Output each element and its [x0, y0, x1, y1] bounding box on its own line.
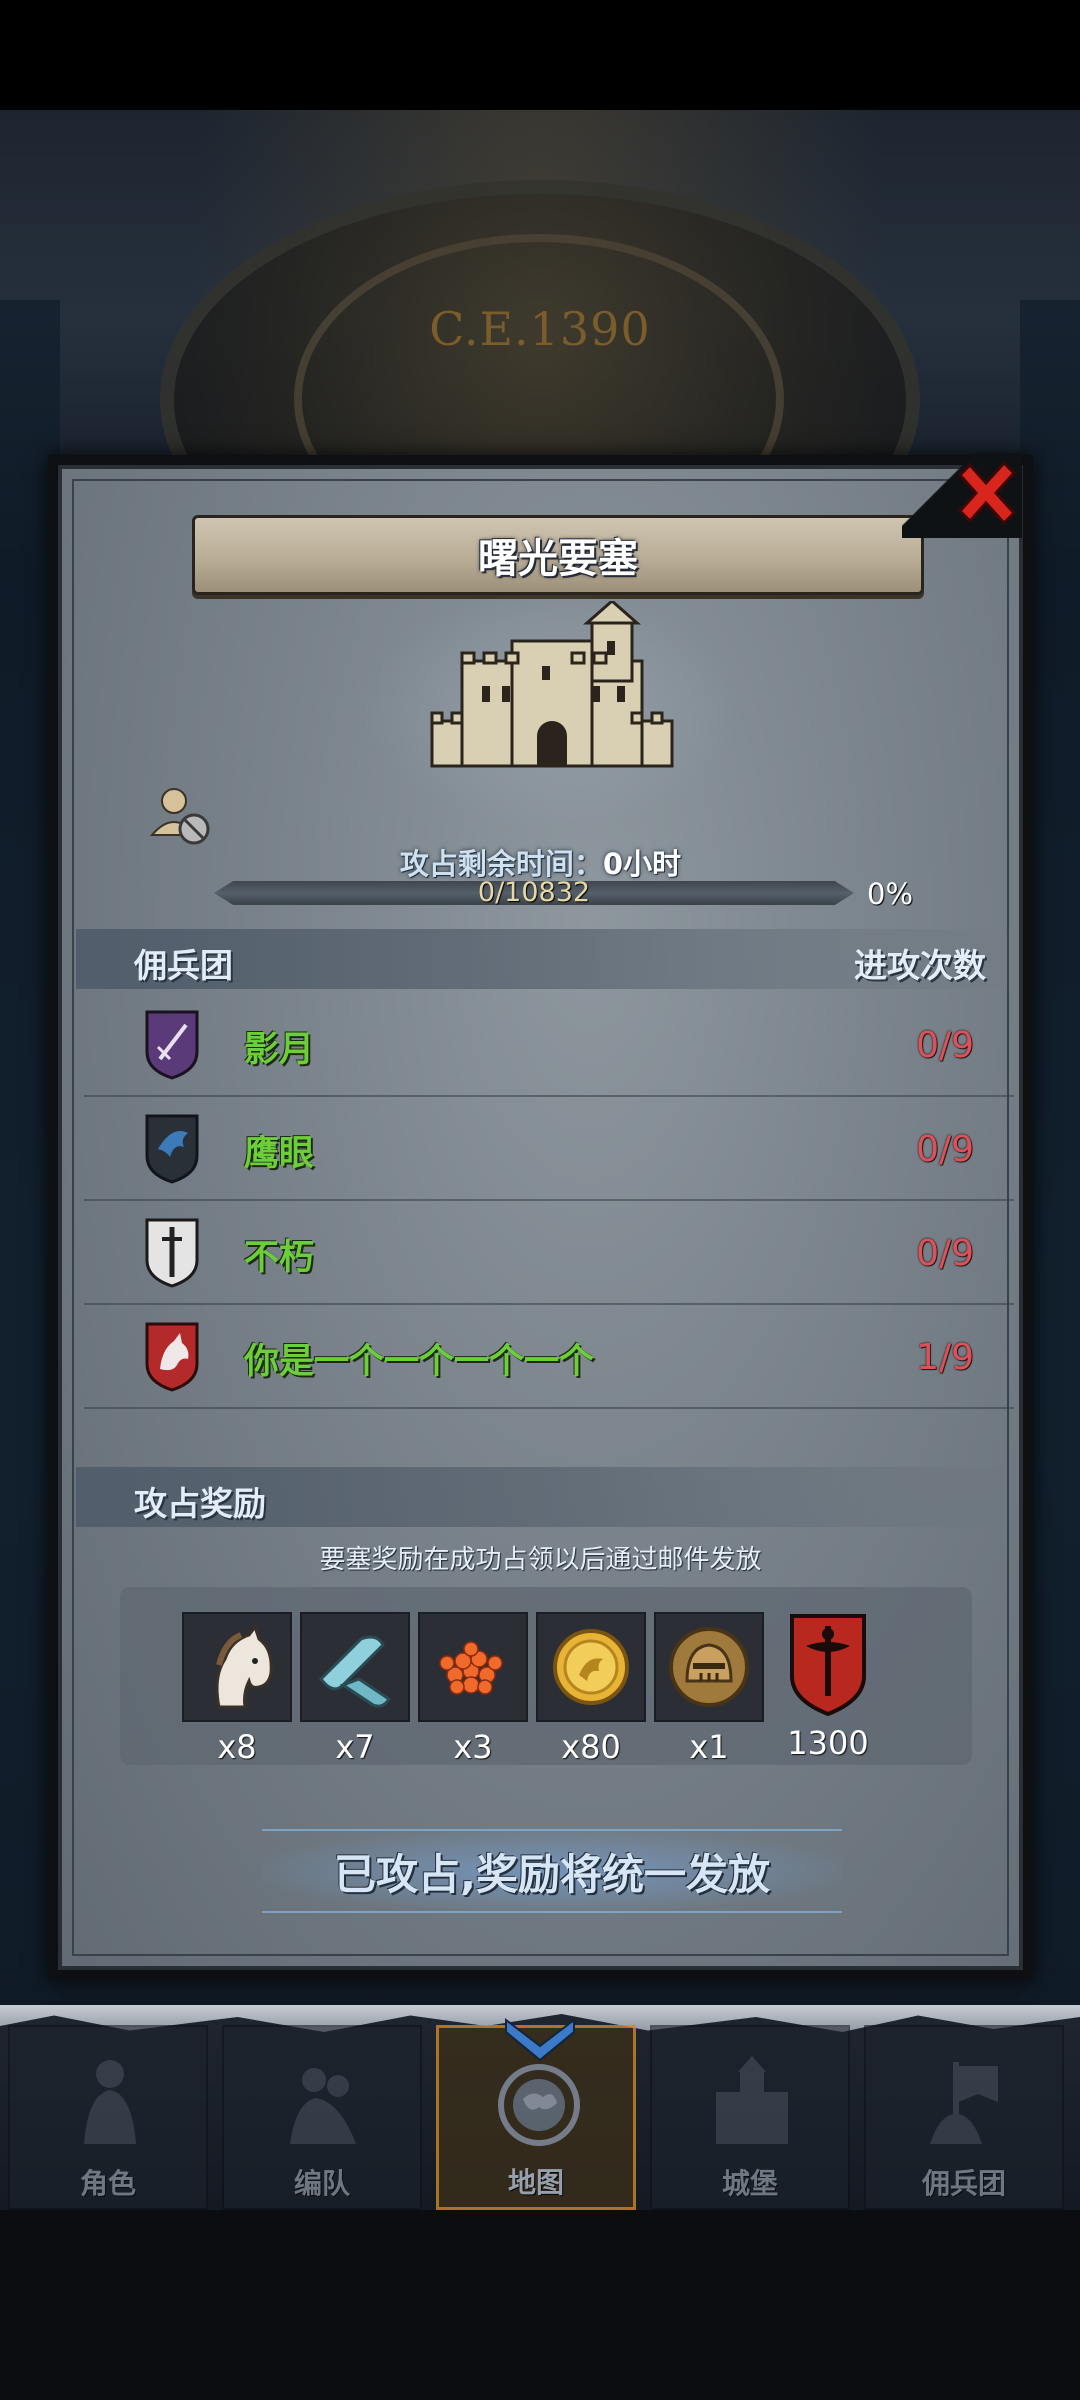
white-sword-shield-icon — [145, 1218, 199, 1288]
reward-section-header: 攻占奖励 — [76, 1467, 1016, 1527]
red-wolf-shield-icon — [145, 1322, 199, 1392]
guild-section-title: 佣兵团 — [134, 946, 233, 985]
cloth-roll-icon — [319, 1635, 392, 1708]
guild-banner-icon — [930, 2062, 998, 2144]
reward-item[interactable]: x80 — [536, 1612, 646, 1766]
reward-item[interactable]: x8 — [182, 1612, 292, 1766]
castle-icon — [716, 2056, 788, 2144]
close-button[interactable] — [948, 455, 1024, 531]
blue-eagle-shield-icon — [145, 1114, 199, 1184]
nav-tab-formation[interactable]: 编队 — [222, 2025, 422, 2210]
reward-quantity: x3 — [453, 1728, 493, 1766]
reward-item[interactable]: x3 — [418, 1612, 528, 1766]
guild-name: 不朽 — [244, 1238, 315, 1278]
guild-row[interactable]: 影月 0/9 — [84, 991, 1014, 1097]
capture-progress-text: 0/10832 — [477, 877, 591, 908]
fortress-dialog-panel: 曙光要塞 攻占剩余时间：0小时 0/10832 0% 佣兵团 进攻次数 影月 0… — [58, 465, 1023, 1970]
nav-label: 城堡 — [721, 2167, 778, 2200]
nav-label: 角色 — [79, 2167, 136, 2200]
reward-list: x8 x7 x3 x80 x1 1300 — [120, 1587, 972, 1766]
reward-item[interactable]: x1 — [654, 1612, 764, 1766]
guild-row[interactable]: 不朽 0/9 — [84, 1199, 1014, 1305]
reward-quantity: x8 — [217, 1728, 257, 1766]
knight-figure-icon — [84, 2060, 136, 2144]
nav-label: 编队 — [293, 2167, 350, 2200]
red-caviar-icon — [439, 1641, 503, 1695]
reward-quantity: x80 — [561, 1728, 621, 1766]
reward-section-title: 攻占奖励 — [134, 1484, 266, 1523]
fortress-dialog: 曙光要塞 攻占剩余时间：0小时 0/10832 0% 佣兵团 进攻次数 影月 0… — [48, 455, 1033, 1980]
guild-section-header: 佣兵团 进攻次数 — [76, 929, 1016, 989]
system-navigation-area — [0, 2210, 1080, 2400]
guild-attack-count: 0/9 — [916, 1233, 974, 1274]
guild-name: 影月 — [244, 1030, 315, 1070]
troop-formation-icon — [290, 2068, 356, 2144]
nav-label: 佣兵团 — [921, 2167, 1006, 2200]
capture-status-text: 已攻占,奖励将统一发放 — [334, 1849, 770, 1899]
guild-name: 你是一个一个一个一个 — [244, 1342, 595, 1382]
title-banner: 曙光要塞 — [192, 515, 924, 595]
reward-quantity: 1300 — [787, 1724, 869, 1762]
active-tab-chevron-icon — [505, 2017, 575, 2062]
capture-progress-percent: 0% — [867, 877, 914, 911]
reward-item[interactable]: 1300 — [768, 1612, 888, 1762]
nav-tab-guild[interactable]: 佣兵团 — [864, 2025, 1064, 2210]
guild-row[interactable]: 你是一个一个一个一个 1/9 — [84, 1303, 1014, 1409]
knight-helmet-icon — [669, 1627, 749, 1707]
red-banner-emblem-icon — [790, 1614, 866, 1717]
horse-head-icon — [215, 1623, 273, 1709]
reward-item[interactable]: x7 — [300, 1612, 410, 1766]
nav-tab-castle[interactable]: 城堡 — [650, 2025, 850, 2210]
era-label: C.E.1390 — [429, 302, 651, 356]
close-x-icon — [957, 460, 1017, 526]
guild-attack-count: 0/9 — [916, 1129, 974, 1170]
guild-name: 鹰眼 — [244, 1134, 315, 1174]
reward-note: 要塞奖励在成功占领以后通过邮件发放 — [319, 1545, 762, 1575]
castle-icon — [430, 601, 674, 768]
gold-coin-icon — [553, 1629, 629, 1705]
capture-status-bar: 已攻占,奖励将统一发放 — [262, 1829, 842, 1913]
remaining-time-value: 0小时 — [602, 847, 682, 881]
nav-tab-character[interactable]: 角色 — [8, 2025, 208, 2210]
status-bar-area — [0, 0, 1080, 110]
purple-sword-shield-icon — [145, 1010, 199, 1080]
attack-count-header: 进攻次数 — [854, 946, 986, 985]
guild-attack-count: 0/9 — [916, 1025, 974, 1066]
guild-row[interactable]: 鹰眼 0/9 — [84, 1095, 1014, 1201]
fortress-title: 曙光要塞 — [478, 536, 638, 582]
reward-quantity: x1 — [689, 1728, 729, 1766]
reward-quantity: x7 — [335, 1728, 375, 1766]
guild-attack-count: 1/9 — [916, 1337, 974, 1378]
no-occupier-icon — [149, 788, 210, 845]
remaining-time-label: 攻占剩余时间： — [399, 847, 603, 881]
nav-label: 地图 — [507, 2166, 564, 2199]
